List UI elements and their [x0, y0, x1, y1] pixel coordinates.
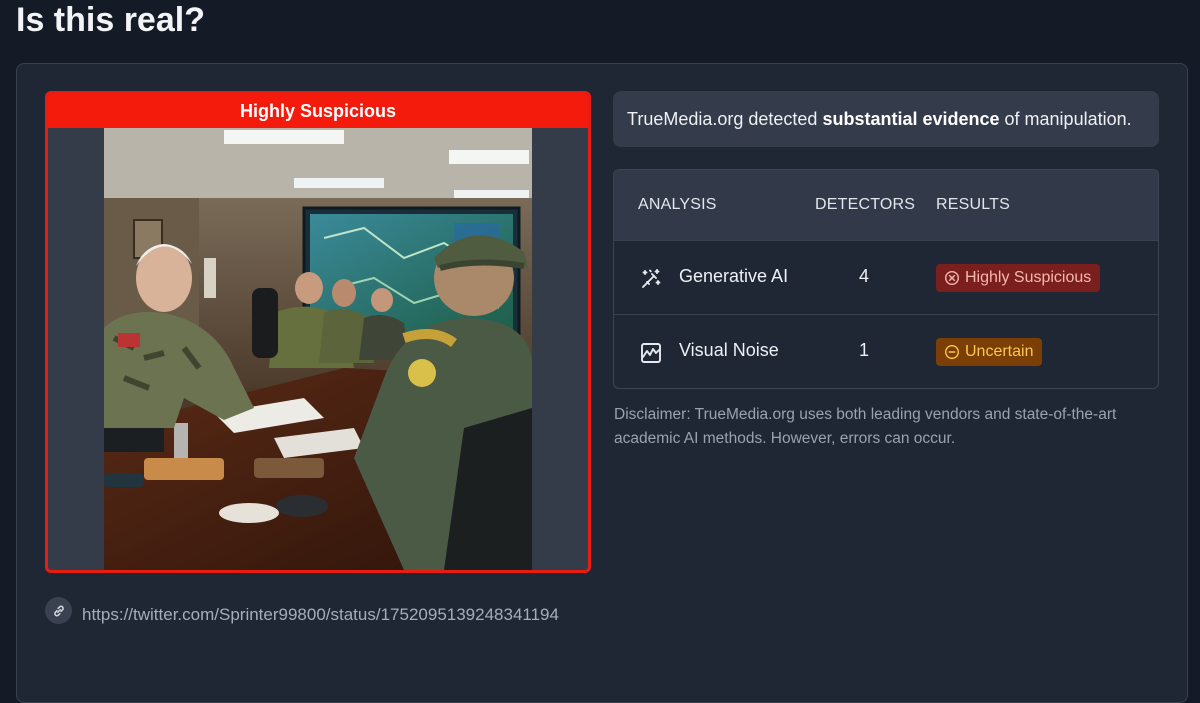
disclaimer-text: Disclaimer: TrueMedia.org uses both lead…: [614, 406, 1117, 447]
row-label-visual-noise: Visual Noise: [679, 340, 779, 360]
analysis-table: ANALYSIS DETECTORS RESULTS Generative AI…: [613, 169, 1159, 389]
row-label-generative-ai: Generative AI: [679, 266, 789, 286]
link-icon[interactable]: [45, 597, 72, 624]
summary-suffix: of manipulation.: [999, 109, 1132, 129]
x-circle-icon: [944, 270, 960, 286]
row-detectors-generative-ai: 4: [858, 266, 869, 286]
source-url-link[interactable]: https://twitter.com/Sprinter99800/status…: [82, 601, 597, 628]
analysis-row-generative-ai[interactable]: Generative AI 4 Highly Suspicious: [614, 240, 1158, 314]
image-waveform-icon: [641, 343, 661, 363]
magic-wand-icon: [642, 269, 661, 288]
header-results: RESULTS: [936, 196, 1011, 213]
result-label-generative-ai: Highly Suspicious: [965, 269, 1092, 286]
header-analysis: ANALYSIS: [638, 196, 717, 213]
result-badge-uncertain: Uncertain: [936, 338, 1043, 366]
page-title: Is this real?: [16, 1, 205, 39]
result-card: Highly Suspicious https://twitter.com/Sp…: [16, 63, 1188, 703]
analysis-row-visual-noise[interactable]: Visual Noise 1 Uncertain: [614, 314, 1158, 388]
header-detectors: DETECTORS: [815, 196, 916, 213]
verdict-banner: Highly Suspicious: [48, 94, 588, 128]
analysis-table-header: ANALYSIS DETECTORS RESULTS: [614, 170, 1158, 240]
minus-circle-icon: [944, 344, 960, 360]
result-badge-highly-suspicious: Highly Suspicious: [936, 264, 1101, 292]
summary-prefix: TrueMedia.org detected: [627, 109, 823, 129]
detection-summary: TrueMedia.org detected substantial evide…: [613, 91, 1159, 147]
result-label-visual-noise: Uncertain: [965, 343, 1034, 360]
row-detectors-visual-noise: 1: [858, 340, 869, 360]
photo-illustration: [104, 128, 532, 570]
summary-emphasis: substantial evidence: [822, 109, 1000, 129]
analyzed-media-frame: Highly Suspicious: [45, 91, 591, 573]
analyzed-photo[interactable]: [104, 128, 532, 570]
